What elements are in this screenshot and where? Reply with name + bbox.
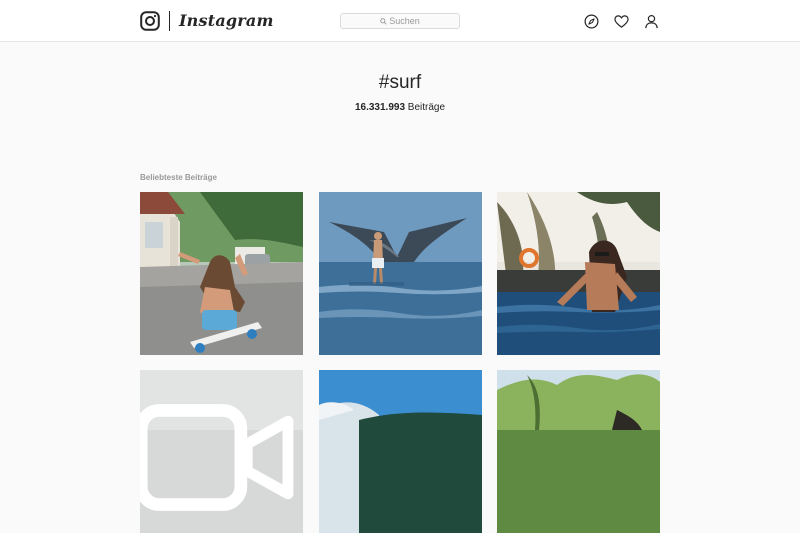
post-tile[interactable] bbox=[319, 192, 482, 355]
top-posts-heading: Beliebteste Beiträge bbox=[140, 173, 217, 182]
post-tile[interactable] bbox=[140, 370, 303, 533]
compass-icon[interactable] bbox=[584, 14, 599, 29]
search-icon bbox=[380, 18, 387, 25]
post-count: 16.331.993 Beiträge bbox=[0, 102, 800, 113]
post-count-label: Beiträge bbox=[407, 102, 446, 113]
instagram-camera-icon[interactable] bbox=[140, 11, 160, 31]
video-camera-icon bbox=[140, 404, 294, 511]
logo-divider bbox=[169, 11, 170, 31]
hashtag-title: #surf bbox=[378, 72, 422, 93]
post-tile[interactable] bbox=[497, 370, 660, 533]
profile-icon[interactable] bbox=[644, 14, 659, 29]
post-image-wave bbox=[319, 370, 482, 533]
post-image-whale-tail bbox=[319, 192, 482, 355]
search-input[interactable]: Suchen bbox=[340, 13, 460, 29]
top-navigation-bar: Instagram Suchen bbox=[0, 0, 800, 42]
search-placeholder: Suchen bbox=[389, 16, 420, 26]
post-image-forest bbox=[497, 370, 660, 533]
post-tile[interactable] bbox=[319, 370, 482, 533]
instagram-wordmark[interactable]: Instagram bbox=[179, 9, 274, 33]
post-image-infinity-pool bbox=[497, 192, 660, 355]
post-tile[interactable] bbox=[140, 192, 303, 355]
post-image-skateboarder bbox=[140, 192, 303, 355]
post-count-number: 16.331.993 bbox=[354, 102, 406, 113]
post-tile[interactable] bbox=[497, 192, 660, 355]
heart-icon[interactable] bbox=[614, 14, 629, 29]
